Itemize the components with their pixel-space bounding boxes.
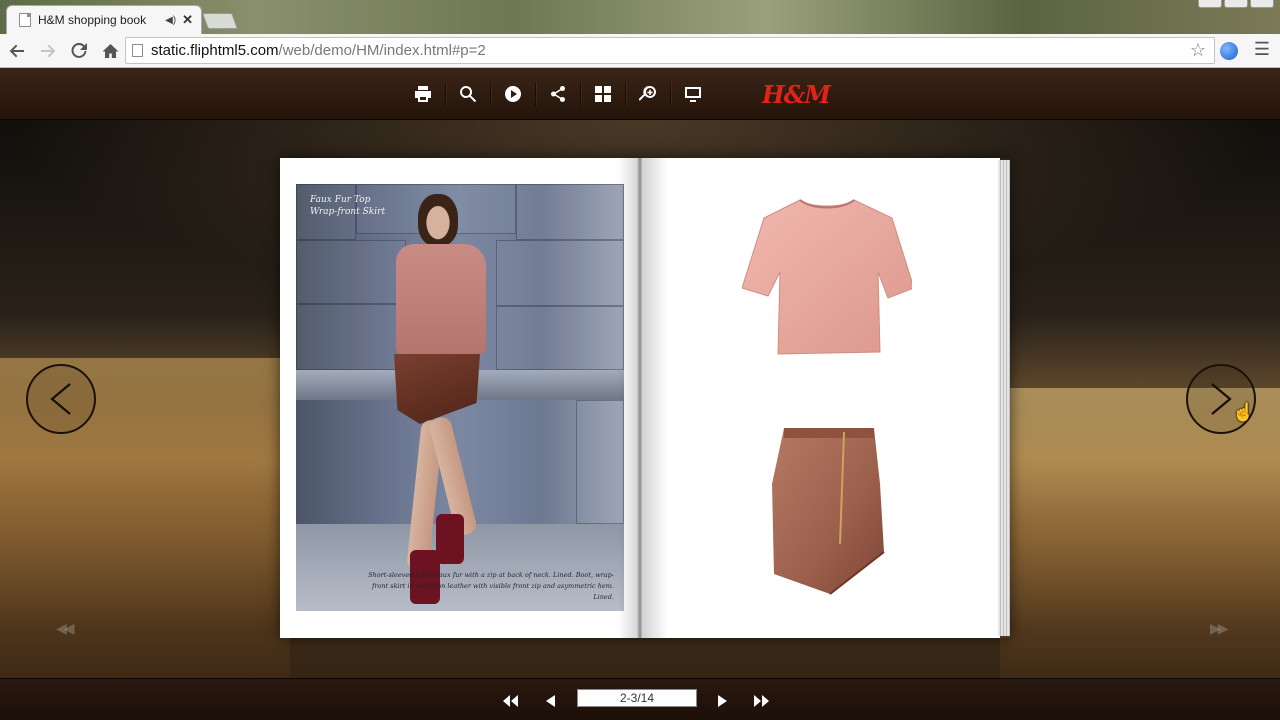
maximize-window-button[interactable] — [1224, 0, 1248, 8]
back-button[interactable] — [3, 37, 31, 65]
previous-page-button[interactable] — [26, 364, 96, 434]
last-page-icon — [754, 695, 769, 707]
viewer-toolbar: H&M — [0, 68, 1280, 120]
previous-page-nav-button[interactable] — [546, 693, 555, 709]
zoom-in-button[interactable] — [633, 78, 671, 110]
photo-caption: Short-sleeved top in faux fur with a zip… — [368, 571, 614, 601]
page-stack-edge — [998, 160, 1010, 636]
extension-globe-icon[interactable] — [1220, 42, 1238, 60]
browser-tabstrip: H&M shopping book ◀) ✕ — [0, 0, 1280, 34]
hm-logo[interactable]: H&M — [762, 76, 831, 112]
print-icon — [415, 86, 431, 102]
photo-title: Faux Fur Top Wrap-front Skirt — [310, 195, 386, 217]
reload-button[interactable] — [65, 37, 93, 65]
forward-button[interactable] — [34, 37, 62, 65]
tab-title: H&M shopping book — [38, 13, 147, 27]
last-page-button[interactable] — [754, 693, 769, 709]
page-number-input[interactable]: 2-3/14 — [577, 689, 697, 707]
share-button[interactable] — [543, 78, 581, 110]
thumbnails-button[interactable] — [588, 78, 626, 110]
browser-menu-icon[interactable]: ☰ — [1254, 39, 1270, 60]
faint-first-page-icon[interactable]: ◀◀ — [56, 620, 74, 637]
previous-page-icon — [546, 695, 555, 707]
next-page-icon — [718, 695, 727, 707]
back-arrow-icon — [9, 44, 24, 57]
new-tab-button[interactable] — [202, 13, 238, 29]
page-info-icon[interactable] — [132, 44, 143, 57]
share-icon — [551, 86, 565, 102]
right-page[interactable] — [642, 158, 1000, 638]
hand-cursor-icon: ☝ — [1232, 402, 1255, 422]
audio-playing-icon[interactable]: ◀) — [165, 15, 176, 26]
bookmark-star-icon[interactable]: ☆ — [1190, 40, 1206, 61]
minimize-window-button[interactable] — [1198, 0, 1222, 8]
left-page[interactable]: Faux Fur Top Wrap-front Skirt Short-slee… — [280, 158, 640, 638]
forward-arrow-icon — [41, 44, 56, 57]
book-spread[interactable]: Faux Fur Top Wrap-front Skirt Short-slee… — [280, 158, 1010, 638]
search-button[interactable] — [453, 78, 491, 110]
window-controls — [1154, 0, 1274, 8]
flipbook-viewer: H&M Faux Fur Top Wrap-front Skirt Short-… — [0, 68, 1280, 720]
print-button[interactable] — [408, 78, 446, 110]
home-icon — [102, 43, 118, 58]
fashion-photo: Faux Fur Top Wrap-front Skirt Short-slee… — [296, 184, 624, 611]
faint-last-page-icon[interactable]: ▶▶ — [1210, 620, 1228, 637]
product-wrap-front-skirt — [772, 428, 885, 595]
play-icon — [505, 86, 521, 102]
fullscreen-icon — [685, 87, 701, 102]
browser-toolbar: static.fliphtml5.com/web/demo/HM/index.h… — [0, 34, 1280, 68]
chevron-left-icon — [50, 383, 71, 415]
address-bar[interactable]: static.fliphtml5.com/web/demo/HM/index.h… — [125, 37, 1215, 64]
thumbnails-icon — [595, 86, 611, 102]
fullscreen-button[interactable] — [678, 78, 708, 110]
browser-tab[interactable]: H&M shopping book ◀) ✕ — [6, 5, 202, 34]
search-icon — [460, 85, 477, 103]
home-button[interactable] — [96, 37, 124, 65]
page-favicon-icon — [19, 13, 31, 27]
page-navigation-bar: 2-3/14 — [0, 678, 1280, 720]
url-text: static.fliphtml5.com/web/demo/HM/index.h… — [151, 42, 486, 59]
product-faux-fur-top — [742, 199, 912, 355]
autoplay-button[interactable] — [498, 78, 536, 110]
first-page-icon — [503, 695, 518, 707]
close-window-button[interactable] — [1250, 0, 1274, 8]
first-page-button[interactable] — [503, 693, 518, 709]
next-page-nav-button[interactable] — [718, 693, 727, 709]
zoom-in-icon — [639, 85, 656, 101]
close-tab-icon[interactable]: ✕ — [182, 12, 193, 28]
background-grass-right — [1000, 388, 1280, 688]
reload-icon — [71, 42, 87, 58]
next-page-button[interactable] — [1186, 364, 1256, 434]
